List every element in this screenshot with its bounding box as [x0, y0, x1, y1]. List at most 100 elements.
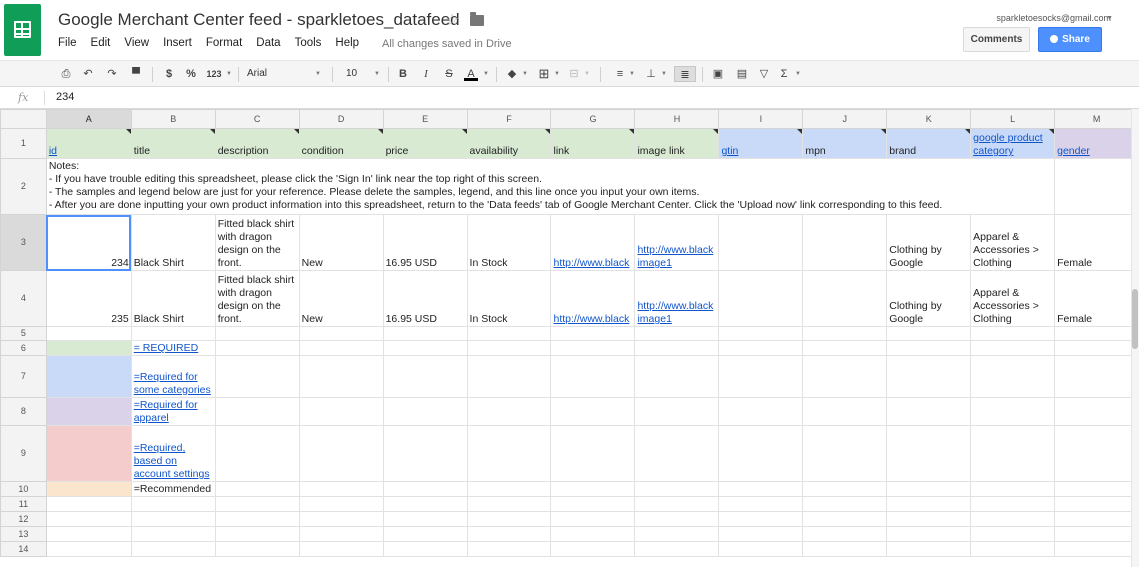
column-header-j[interactable]: J [802, 109, 888, 129]
cell-category[interactable]: Apparel & Accessories > Clothing [970, 270, 1056, 327]
cell[interactable] [634, 496, 720, 512]
cell[interactable] [298, 425, 384, 482]
cell[interactable] [550, 355, 636, 398]
cell[interactable] [718, 496, 804, 512]
cell[interactable] [634, 425, 720, 482]
cell-mpn[interactable] [802, 270, 888, 327]
fill-chevron-down-icon[interactable]: ▼ [521, 66, 529, 82]
cell[interactable] [970, 326, 1056, 341]
star-icon[interactable]: ☆ [445, 10, 459, 30]
cell[interactable] [634, 340, 720, 356]
product-link[interactable]: http://www.black [553, 313, 629, 325]
borders-chevron-down-icon[interactable]: ▼ [553, 66, 561, 82]
column-header-m[interactable]: M [1054, 109, 1139, 129]
cell[interactable] [214, 326, 300, 341]
header-cell-brand[interactable]: brand [886, 128, 972, 159]
product-link[interactable]: http://www.black [553, 257, 629, 269]
header-cell-gtin[interactable]: gtin [718, 128, 804, 159]
cell[interactable] [634, 481, 720, 497]
borders-icon[interactable]: ⊞ [536, 66, 552, 82]
cell-description[interactable]: Fitted black shirt with dragon design on… [214, 270, 300, 327]
cell[interactable] [886, 326, 972, 341]
cell-condition[interactable]: New [298, 270, 384, 327]
cell-image-link[interactable]: http://www.black image1 [634, 214, 720, 271]
cell[interactable] [45, 326, 132, 341]
bold-button[interactable]: B [396, 66, 410, 82]
cell[interactable] [550, 511, 636, 527]
cell[interactable] [970, 511, 1056, 527]
column-header-l[interactable]: L [970, 109, 1056, 129]
cell[interactable] [466, 511, 552, 527]
functions-button[interactable]: Σ [777, 66, 791, 82]
cell[interactable] [130, 496, 216, 512]
cell[interactable] [1054, 355, 1139, 398]
cell[interactable] [634, 511, 720, 527]
header-cell-id[interactable]: id [45, 128, 132, 159]
cell[interactable] [298, 541, 384, 557]
strikethrough-button[interactable]: S [442, 66, 456, 82]
cell[interactable] [718, 326, 804, 341]
font-size-select[interactable]: 10 ▼ [338, 65, 382, 83]
filter-icon[interactable]: ▽ [756, 66, 772, 82]
cell[interactable] [214, 496, 300, 512]
cell[interactable] [1054, 541, 1139, 557]
cell-gender[interactable]: Female [1054, 214, 1139, 271]
row-header[interactable]: 10 [0, 481, 47, 497]
merge-chevron-down-icon[interactable]: ▼ [583, 66, 591, 82]
cell[interactable] [130, 541, 216, 557]
fill-color-icon[interactable]: ◆ [504, 66, 520, 82]
header-link[interactable]: gender [1057, 145, 1090, 157]
formula-input[interactable]: 234 [56, 91, 74, 103]
cell[interactable] [466, 541, 552, 557]
cell[interactable] [1054, 496, 1139, 512]
cell[interactable] [466, 425, 552, 482]
vertical-align-icon[interactable]: ⊥ [643, 66, 659, 82]
cell[interactable] [466, 340, 552, 356]
cell[interactable] [214, 425, 300, 482]
menu-help[interactable]: Help [335, 37, 359, 49]
notes-cell[interactable]: Notes: - If you have trouble editing thi… [45, 158, 1056, 215]
column-header-f[interactable]: F [466, 109, 552, 129]
legend-label[interactable]: =Required, based on account settings [130, 425, 216, 482]
cell[interactable] [718, 526, 804, 542]
cell[interactable] [1054, 425, 1139, 482]
cell-title[interactable]: Black Shirt [130, 270, 216, 327]
row-header[interactable]: 8 [0, 397, 47, 426]
cell[interactable] [298, 326, 384, 341]
cell[interactable] [382, 397, 468, 426]
cell[interactable] [634, 326, 720, 341]
cell-mpn[interactable] [802, 214, 888, 271]
cell[interactable] [466, 481, 552, 497]
cell[interactable] [45, 511, 132, 527]
header-link[interactable]: google product category [973, 132, 1042, 157]
legend-swatch-recommended[interactable] [45, 481, 132, 497]
cell-id[interactable]: 234 [45, 214, 132, 271]
cell[interactable] [382, 355, 468, 398]
cell-title[interactable]: Black Shirt [130, 214, 216, 271]
header-cell-price[interactable]: price [382, 128, 468, 159]
cell[interactable] [382, 526, 468, 542]
cell[interactable] [802, 496, 888, 512]
cell[interactable] [634, 355, 720, 398]
cell[interactable] [466, 326, 552, 341]
merge-cells-icon[interactable]: ⊟ [566, 66, 582, 82]
cell[interactable] [886, 355, 972, 398]
cell[interactable] [970, 526, 1056, 542]
cell[interactable] [1054, 511, 1139, 527]
sheets-logo[interactable] [4, 4, 41, 56]
cell-gender[interactable]: Female [1054, 270, 1139, 327]
menu-view[interactable]: View [124, 37, 149, 49]
cell-image-link[interactable]: http://www.black image1 [634, 270, 720, 327]
cell[interactable] [1054, 397, 1139, 426]
column-header-b[interactable]: B [130, 109, 216, 129]
cell[interactable] [298, 526, 384, 542]
cell[interactable] [298, 511, 384, 527]
column-header-i[interactable]: I [718, 109, 804, 129]
cell[interactable] [718, 425, 804, 482]
italic-button[interactable]: I [419, 66, 433, 82]
legend-label[interactable]: =Required for apparel [130, 397, 216, 426]
insert-chart-icon[interactable]: ▤ [734, 66, 750, 82]
menu-file[interactable]: File [58, 37, 77, 49]
cell[interactable] [214, 355, 300, 398]
cell[interactable] [550, 526, 636, 542]
